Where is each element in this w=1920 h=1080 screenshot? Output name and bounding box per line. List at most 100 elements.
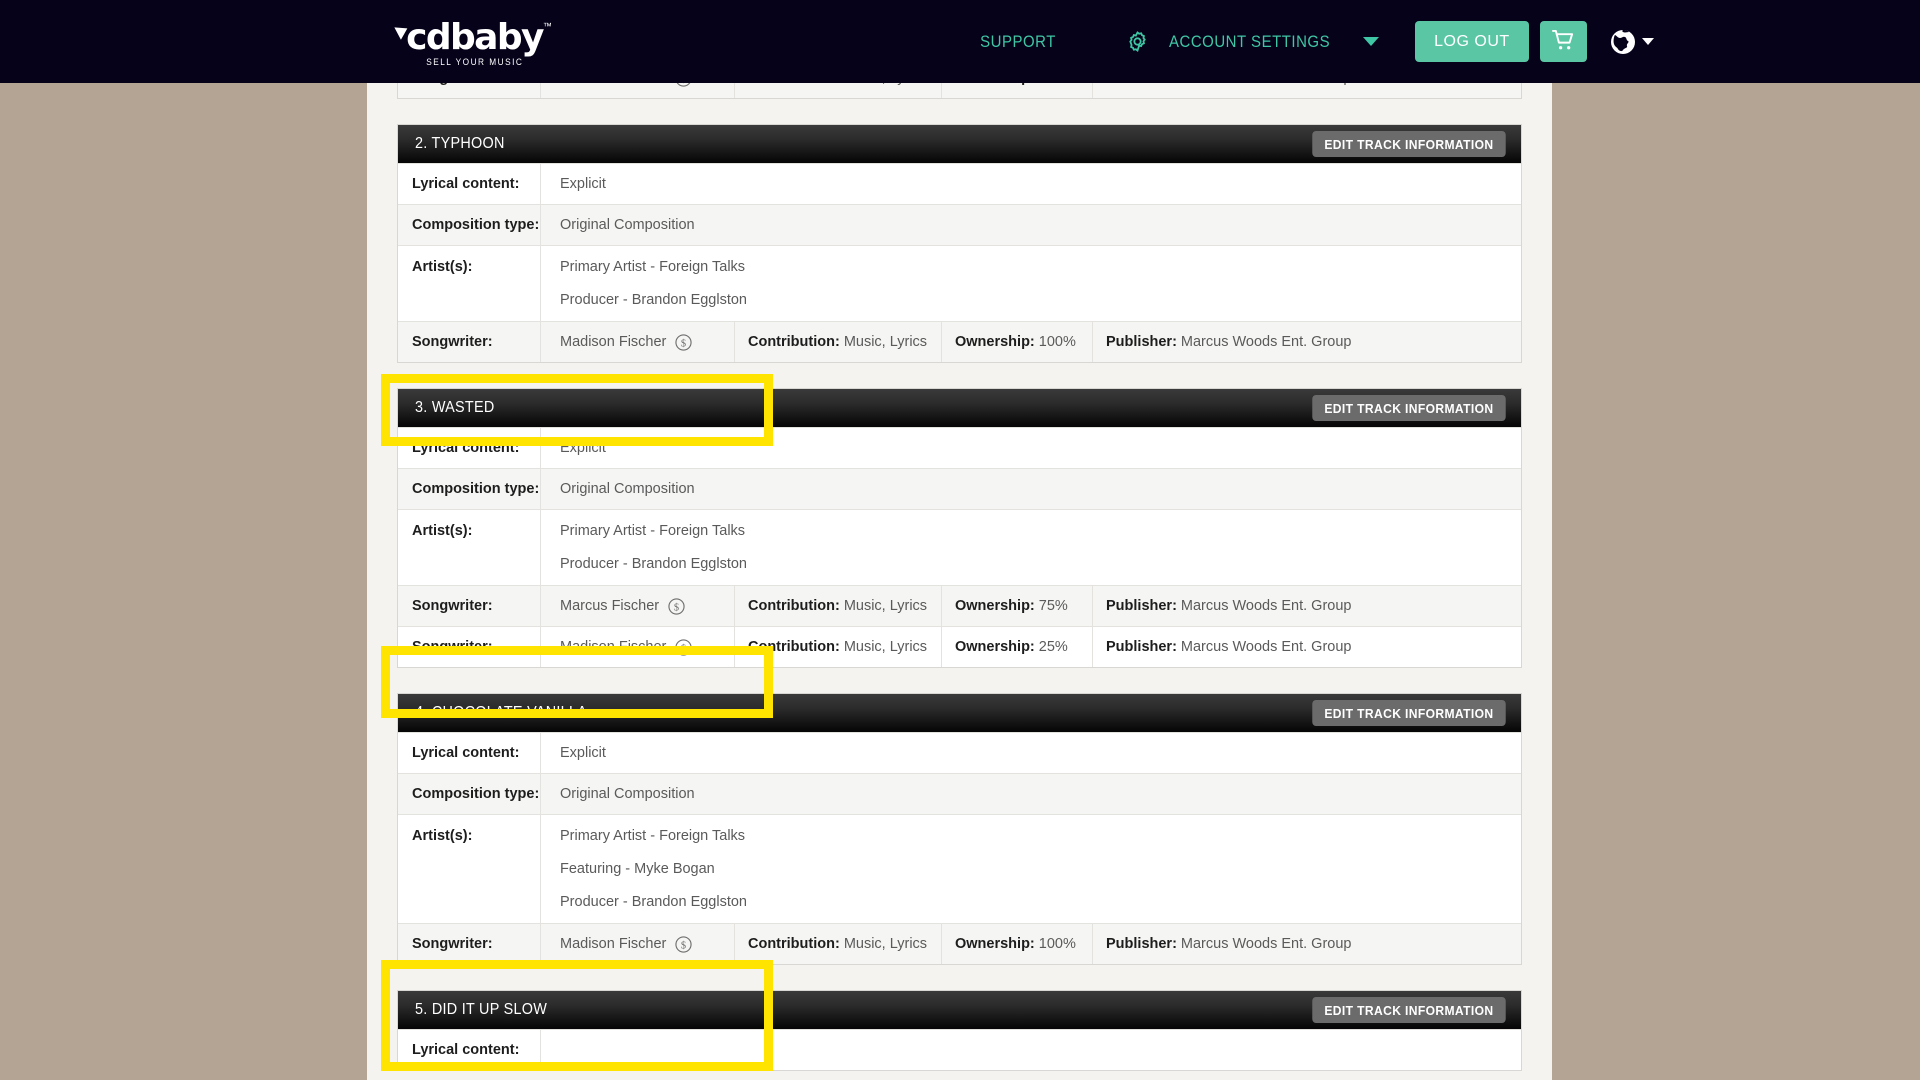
artist-entry: Producer - Brandon Egglston (560, 556, 747, 572)
logo-wordmark: cdbaby (406, 17, 544, 58)
contribution-cell: Contribution: Music, Lyrics (735, 83, 942, 98)
lyrical-content-value: Explicit (560, 440, 606, 456)
ownership-label: Ownership: (955, 936, 1035, 952)
track-card: 4. CHOCOLATE VANILLA EDIT TRACK INFORMAT… (397, 693, 1522, 965)
account-settings-label: ACCOUNT SETTINGS (1169, 31, 1331, 51)
composition-type-label: Composition type: (398, 469, 541, 509)
shopping-cart-icon (1551, 29, 1576, 55)
artists-value-list: Primary Artist - Foreign Talks Producer … (541, 510, 1521, 585)
artists-value-list: Primary Artist - Foreign Talks Producer … (541, 246, 1521, 321)
contribution-label: Contribution: (748, 936, 840, 952)
ownership-value: 100% (1038, 936, 1076, 952)
lyrical-content-row: Lyrical content: (398, 1029, 1521, 1070)
gear-icon (1126, 30, 1149, 53)
songwriter-name: Madison Fischer (560, 83, 666, 86)
artists-label: Artist(s): (398, 510, 541, 585)
lyrical-content-row: Lyrical content: Explicit (398, 427, 1521, 468)
artist-entry: Primary Artist - Foreign Talks (560, 828, 746, 844)
songwriter-row: Songwriter: Madison Fischer $ Contributi… (398, 626, 1521, 667)
contribution-value: Music, Lyrics (843, 639, 928, 655)
publisher-cell: Publisher: Marcus Woods Ent. Group (1093, 83, 1521, 98)
contribution-label: Contribution: (748, 598, 840, 614)
ownership-cell: Ownership: 25% (942, 627, 1093, 667)
artists-row: Artist(s): Primary Artist - Foreign Talk… (398, 814, 1521, 923)
edit-track-information-button[interactable]: EDIT TRACK INFORMATION (1312, 997, 1506, 1023)
account-settings-menu[interactable]: ACCOUNT SETTINGS (1126, 30, 1380, 53)
edit-track-information-button[interactable]: EDIT TRACK INFORMATION (1312, 131, 1506, 157)
artist-entry: Primary Artist - Foreign Talks (560, 523, 746, 539)
edit-track-information-button[interactable]: EDIT TRACK INFORMATION (1312, 700, 1506, 726)
royalty-dollar-icon[interactable]: $ (675, 638, 692, 656)
songwriter-label: Songwriter: (398, 83, 541, 98)
royalty-dollar-icon[interactable]: $ (675, 935, 692, 953)
composition-type-row: Composition type: Original Composition (398, 773, 1521, 814)
publisher-cell: Publisher: Marcus Woods Ent. Group (1093, 586, 1521, 626)
logo-tagline: SELL YOUR MUSIC (425, 57, 524, 67)
royalty-dollar-icon[interactable]: $ (668, 597, 685, 615)
logout-button[interactable]: LOG OUT (1415, 21, 1529, 62)
contribution-cell: Contribution: Music, Lyrics (735, 924, 942, 964)
publisher-label: Publisher: (1106, 936, 1177, 952)
svg-text:$: $ (681, 643, 686, 654)
songwriter-name-cell: Marcus Fischer $ (541, 586, 735, 626)
songwriter-label: Songwriter: (398, 924, 541, 964)
cdbaby-logo[interactable]: cdbaby ™ SELL YOUR MUSIC (394, 17, 552, 70)
artist-entry: Producer - Brandon Egglston (560, 894, 747, 910)
lyrical-content-row: Lyrical content: Explicit (398, 163, 1521, 204)
globe-icon (1609, 28, 1637, 56)
logo-row: cdbaby ™ (394, 17, 552, 58)
edit-track-information-button[interactable]: EDIT TRACK INFORMATION (1312, 395, 1506, 421)
artist-entry: Producer - Brandon Egglston (560, 292, 747, 308)
track-header: 5. DID IT UP SLOW EDIT TRACK INFORMATION (398, 991, 1521, 1029)
ownership-cell: Ownership: 100% (942, 83, 1093, 98)
trademark-symbol: ™ (542, 21, 552, 31)
svg-text:$: $ (681, 83, 686, 85)
composition-type-value: Original Composition (560, 481, 695, 497)
svg-text:$: $ (681, 940, 686, 951)
publisher-cell: Publisher: Marcus Woods Ent. Group (1093, 627, 1521, 667)
lyrical-content-value (541, 1030, 1521, 1070)
ownership-cell: Ownership: 100% (942, 924, 1093, 964)
lyrical-content-label: Lyrical content: (398, 733, 541, 773)
support-link[interactable]: SUPPORT (980, 32, 1056, 52)
page-body: Songwriter: Madison Fischer $ Contributi… (0, 83, 1920, 1080)
contribution-cell: Contribution: Music, Lyrics (735, 322, 942, 362)
ownership-label: Ownership: (955, 83, 1035, 86)
svg-text:$: $ (681, 338, 686, 349)
ownership-label: Ownership: (955, 334, 1035, 350)
track-card: 5. DID IT UP SLOW EDIT TRACK INFORMATION… (397, 990, 1522, 1071)
artists-row: Artist(s): Primary Artist - Foreign Talk… (398, 245, 1521, 321)
publisher-cell: Publisher: Marcus Woods Ent. Group (1093, 322, 1521, 362)
royalty-dollar-icon[interactable]: $ (675, 333, 692, 351)
artists-label: Artist(s): (398, 815, 541, 923)
track-title: 3. WASTED (415, 399, 495, 416)
contribution-label: Contribution: (748, 639, 840, 655)
lyrical-content-label: Lyrical content: (398, 1030, 541, 1070)
track-card: 3. WASTED EDIT TRACK INFORMATION Lyrical… (397, 388, 1522, 668)
songwriter-name-cell: Madison Fischer $ (541, 924, 735, 964)
songwriter-label: Songwriter: (398, 586, 541, 626)
composition-type-value: Original Composition (560, 217, 695, 233)
songwriter-row: Songwriter: Marcus Fischer $ Contributio… (398, 585, 1521, 626)
publisher-value: Marcus Woods Ent. Group (1181, 83, 1352, 86)
publisher-value: Marcus Woods Ent. Group (1180, 936, 1352, 952)
contribution-value: Music, Lyrics (844, 83, 927, 86)
songwriter-name-cell: Madison Fischer $ (541, 83, 735, 98)
lyrical-content-label: Lyrical content: (398, 428, 541, 468)
artists-row: Artist(s): Primary Artist - Foreign Talk… (398, 509, 1521, 585)
tracks-list: Songwriter: Madison Fischer $ Contributi… (367, 83, 1552, 1071)
track-card-partial-top: Songwriter: Madison Fischer $ Contributi… (397, 83, 1522, 99)
contribution-label: Contribution: (748, 334, 840, 350)
contribution-label: Contribution: (748, 83, 840, 86)
ownership-value: 25% (1038, 639, 1068, 655)
royalty-dollar-icon[interactable]: $ (675, 83, 692, 87)
publisher-label: Publisher: (1106, 639, 1177, 655)
language-picker[interactable] (1609, 28, 1654, 56)
ownership-label: Ownership: (955, 639, 1035, 655)
songwriter-name: Madison Fischer (560, 334, 667, 350)
cart-button[interactable] (1539, 21, 1587, 62)
content-panel: Songwriter: Madison Fischer $ Contributi… (367, 83, 1552, 1080)
track-card: 2. TYPHOON EDIT TRACK INFORMATION Lyrica… (397, 124, 1522, 363)
lyrical-content-value: Explicit (560, 176, 606, 192)
ownership-cell: Ownership: 100% (942, 322, 1093, 362)
